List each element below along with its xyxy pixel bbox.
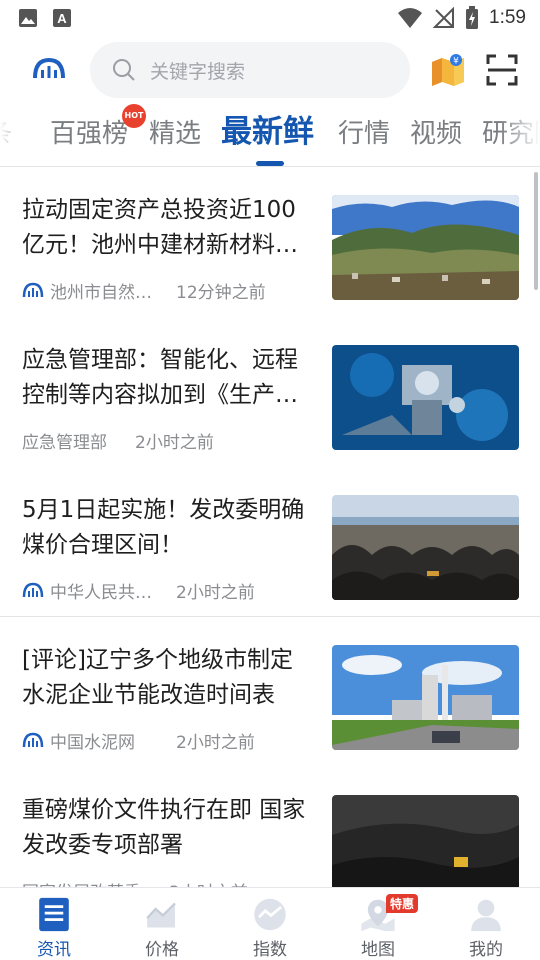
scrollbar[interactable] [534, 172, 538, 290]
tabs-fade-right [500, 104, 540, 166]
news-item[interactable]: [评论]辽宁多个地级市制定水泥企业节能改造时间表 中国水泥网 2小时之前 [0, 619, 540, 769]
nav-news[interactable]: 资讯 [0, 888, 108, 960]
nav-label: 我的 [469, 940, 503, 960]
item-divider [0, 616, 540, 617]
category-tabs: 条 百强榜 HOT 精选 最新鲜 行情 视频 研究院 [0, 104, 540, 166]
news-title: 重磅煤价文件执行在即 国家发改委专项部署 [22, 797, 306, 858]
news-source: 中华人民共和国国家发展和改革委员会 [50, 582, 154, 603]
price-chart-icon [146, 902, 176, 928]
status-time: 1:59 [489, 7, 526, 28]
search-icon [113, 59, 135, 81]
nav-map[interactable]: 地图 特惠 [324, 888, 432, 960]
news-item[interactable]: 应急管理部：智能化、远程控制等内容拟加到《生产安全》 应急管理部 2小时之前 [0, 319, 540, 469]
news-thumbnail-landscape [332, 195, 519, 300]
news-meta: 应急管理部 2小时之前 [22, 427, 322, 453]
news-source: 池州市自然资源和规划局 [50, 282, 154, 303]
news-title: 应急管理部：智能化、远程控制等内容拟加到《生产安全》 [22, 347, 298, 408]
tab-market[interactable]: 行情 [338, 118, 390, 150]
app-logo-icon[interactable] [32, 52, 66, 86]
news-thumbnail-coal-pile [332, 795, 519, 887]
nav-label: 价格 [145, 940, 179, 960]
nav-price[interactable]: 价格 [108, 888, 216, 960]
search-bar[interactable]: 关键字搜索 [90, 42, 410, 98]
map-icon[interactable]: ¥ [430, 52, 466, 88]
battery-charging-icon [466, 6, 479, 29]
font-icon: A [53, 9, 71, 27]
scan-icon[interactable] [486, 54, 518, 86]
news-meta: 中国水泥网 2小时之前 [22, 727, 322, 753]
header: 关键字搜索 ¥ [0, 40, 540, 100]
svg-text:A: A [57, 11, 67, 26]
news-meta: 中华人民共和国国家发展和改革委员会 2小时之前 [22, 577, 322, 603]
news-time: 3小时之前 [169, 878, 248, 888]
tabs-fade-left [0, 104, 30, 166]
tab-featured[interactable]: 精选 [149, 118, 201, 150]
news-item[interactable]: 5月1日起实施！发改委明确煤价合理区间！ 中华人民共和国国家发展和改革委员会 2… [0, 469, 540, 619]
news-item[interactable]: 拉动固定资产总投资近100亿元！池州中建材新材料项目 池州市自然资源和规划局 1… [0, 169, 540, 319]
news-meta: 池州市自然资源和规划局 12分钟之前 [22, 277, 322, 303]
nav-profile[interactable]: 我的 [432, 888, 540, 960]
index-icon [254, 898, 286, 931]
tab-latest[interactable]: 最新鲜 [221, 116, 314, 148]
news-list: 拉动固定资产总投资近100亿元！池州中建材新材料项目 池州市自然资源和规划局 1… [0, 167, 540, 887]
nav-label: 指数 [253, 940, 287, 960]
news-time: 12分钟之前 [176, 282, 266, 303]
news-thumbnail-coal-yard [332, 495, 519, 600]
wifi-icon [398, 8, 423, 28]
news-meta: 国家发展改革委 3小时之前 [22, 877, 322, 888]
source-logo-icon [22, 282, 44, 298]
news-source: 国家发展改革委 [22, 878, 141, 888]
news-thumbnail-cement-plant [332, 645, 519, 750]
status-bar: A 1:59 [0, 0, 540, 36]
news-time: 2小时之前 [176, 582, 255, 603]
search-placeholder: 关键字搜索 [150, 60, 246, 83]
news-source: 中国水泥网 [50, 732, 135, 753]
no-signal-icon [433, 7, 455, 28]
bottom-nav: 资讯 价格 指数 地图 特惠 我的 [0, 887, 540, 960]
news-title: 5月1日起实施！发改委明确煤价合理区间！ [22, 497, 305, 558]
news-title: [评论]辽宁多个地级市制定水泥企业节能改造时间表 [22, 647, 293, 708]
svg-text:¥: ¥ [453, 57, 459, 67]
source-logo-icon [22, 732, 44, 748]
news-source: 应急管理部 [22, 432, 107, 453]
news-item[interactable]: 重磅煤价文件执行在即 国家发改委专项部署 国家发展改革委 3小时之前 [0, 769, 540, 887]
news-title: 拉动固定资产总投资近100亿元！池州中建材新材料项目 [22, 197, 298, 258]
tab-top100[interactable]: 百强榜 [50, 118, 128, 150]
profile-icon [471, 899, 501, 932]
nav-label: 资讯 [37, 940, 71, 960]
tab-video[interactable]: 视频 [410, 118, 462, 150]
source-logo-icon [22, 582, 44, 598]
news-time: 2小时之前 [176, 732, 255, 753]
hot-badge: HOT [122, 104, 146, 128]
nav-index[interactable]: 指数 [216, 888, 324, 960]
news-time: 2小时之前 [135, 432, 214, 453]
special-offer-badge: 特惠 [386, 894, 419, 913]
news-thumbnail-robotics [332, 345, 519, 450]
nav-label: 地图 [361, 940, 395, 960]
gallery-icon [19, 9, 37, 27]
news-icon [39, 897, 69, 932]
